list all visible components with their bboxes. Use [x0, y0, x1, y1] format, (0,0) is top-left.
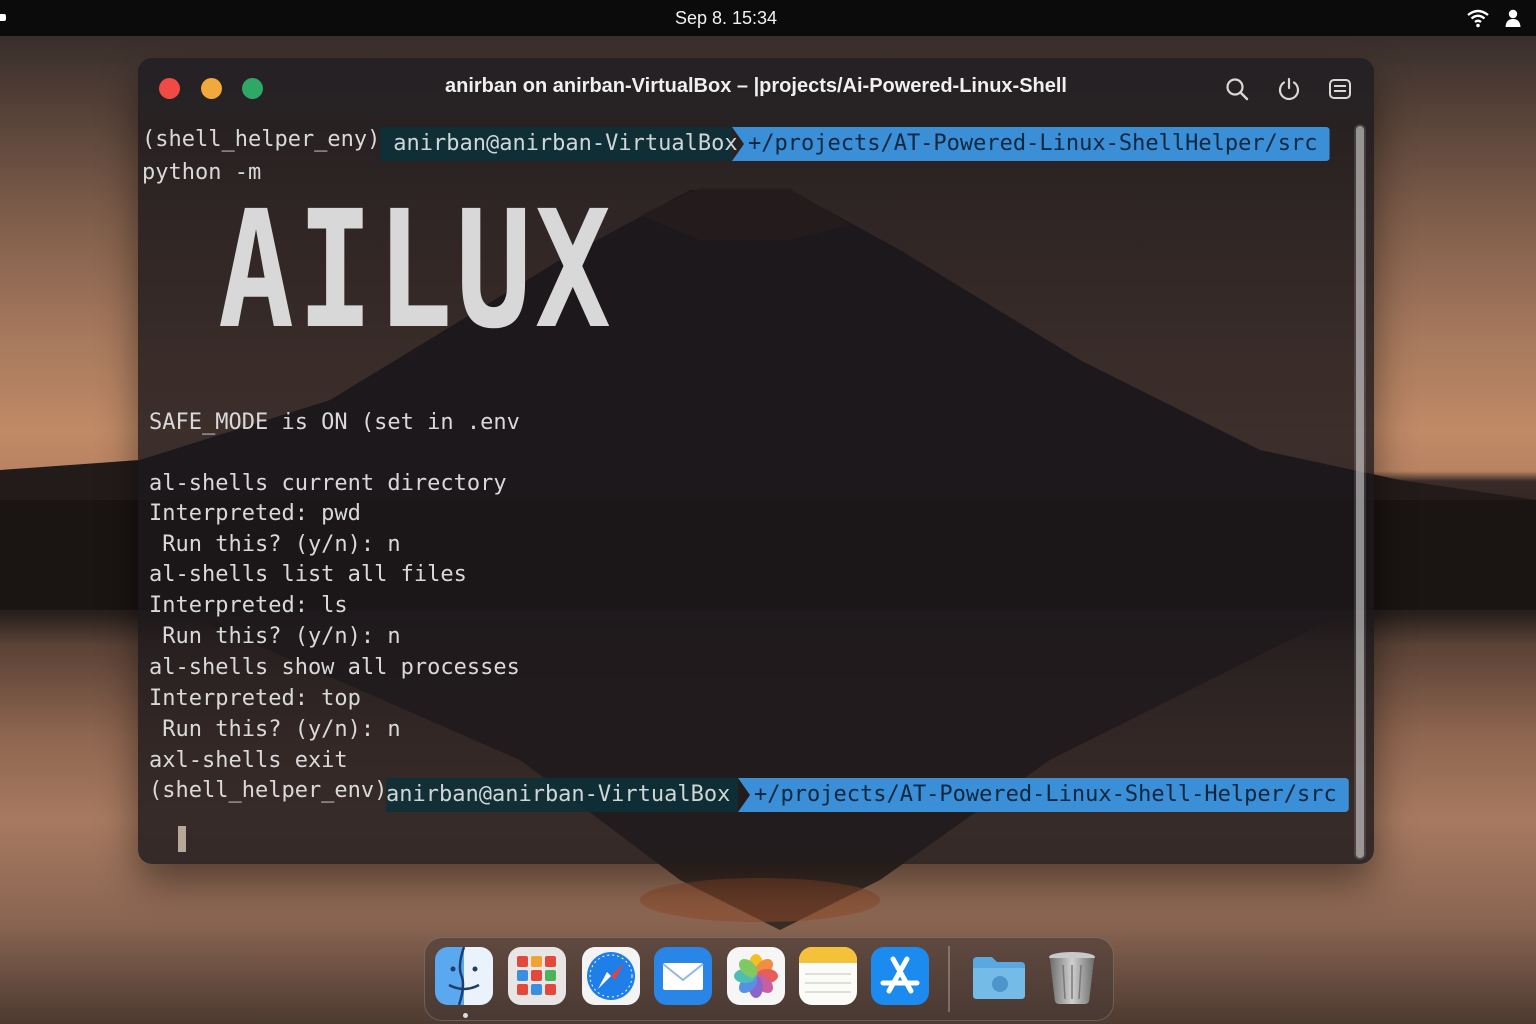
app-store-icon[interactable]	[871, 947, 929, 1005]
prompt-user-host: anirban@anirban-VirtualBox	[386, 778, 738, 812]
output-line: Interpreted: pwd	[149, 501, 361, 526]
top-bar: Sep 8. 15:34	[0, 0, 1536, 36]
output-line: Interpreted: ls	[149, 593, 348, 618]
menu-icon[interactable]	[1327, 76, 1353, 102]
dock-separator	[948, 946, 950, 1012]
output-line: axl-shells exit	[149, 748, 348, 773]
scrollbar[interactable]	[1354, 124, 1366, 860]
safari-icon[interactable]	[582, 947, 640, 1005]
output-line: Run this? (y/n): n	[149, 532, 401, 557]
output-line: Interpreted: top	[149, 686, 361, 711]
scrollbar-thumb[interactable]	[1356, 126, 1364, 858]
mail-icon[interactable]	[654, 947, 712, 1005]
output-line: Run this? (y/n): n	[149, 717, 401, 742]
trash-icon[interactable]	[1043, 947, 1101, 1005]
output-line: SAFE_MODE is ON (set in .env	[149, 410, 520, 435]
notes-icon[interactable]	[799, 947, 857, 1005]
user-icon[interactable]	[1504, 8, 1522, 28]
output-line: al-shells current directory	[149, 471, 507, 496]
prompt-path: +/projects/AT-Powered-Linux-Shell-Helper…	[738, 778, 1349, 812]
window-title: anirban on anirban-VirtualBox – |project…	[445, 75, 1067, 97]
ailux-banner: AILUX	[218, 177, 614, 365]
folder-icon[interactable]	[970, 947, 1028, 1005]
dock	[424, 937, 1114, 1021]
search-icon[interactable]	[1224, 76, 1250, 102]
output-line: Run this? (y/n): n	[149, 624, 401, 649]
output-line: al-shells list all files	[149, 562, 467, 587]
running-indicator	[463, 1013, 468, 1018]
terminal-window[interactable]: anirban on anirban-VirtualBox – |project…	[138, 58, 1374, 864]
launchpad-icon[interactable]	[508, 947, 566, 1005]
prompt-user-host: anirban@anirban-VirtualBox	[380, 127, 738, 161]
photos-icon[interactable]	[727, 947, 785, 1005]
wifi-icon[interactable]	[1466, 8, 1490, 28]
prompt-env: (shell_helper_eny)	[142, 127, 394, 152]
clock[interactable]: Sep 8. 15:34	[0, 8, 1452, 29]
finder-icon[interactable]	[435, 947, 493, 1005]
text-cursor[interactable]	[178, 826, 186, 852]
title-bar[interactable]: anirban on anirban-VirtualBox – |project…	[138, 58, 1374, 120]
prompt-env: (shell_helper_env)	[149, 778, 388, 803]
prompt-path: +/projects/AT-Powered-Linux-ShellHelper/…	[732, 127, 1330, 161]
power-icon[interactable]	[1276, 76, 1302, 102]
output-line: al-shells show all processes	[149, 655, 520, 680]
